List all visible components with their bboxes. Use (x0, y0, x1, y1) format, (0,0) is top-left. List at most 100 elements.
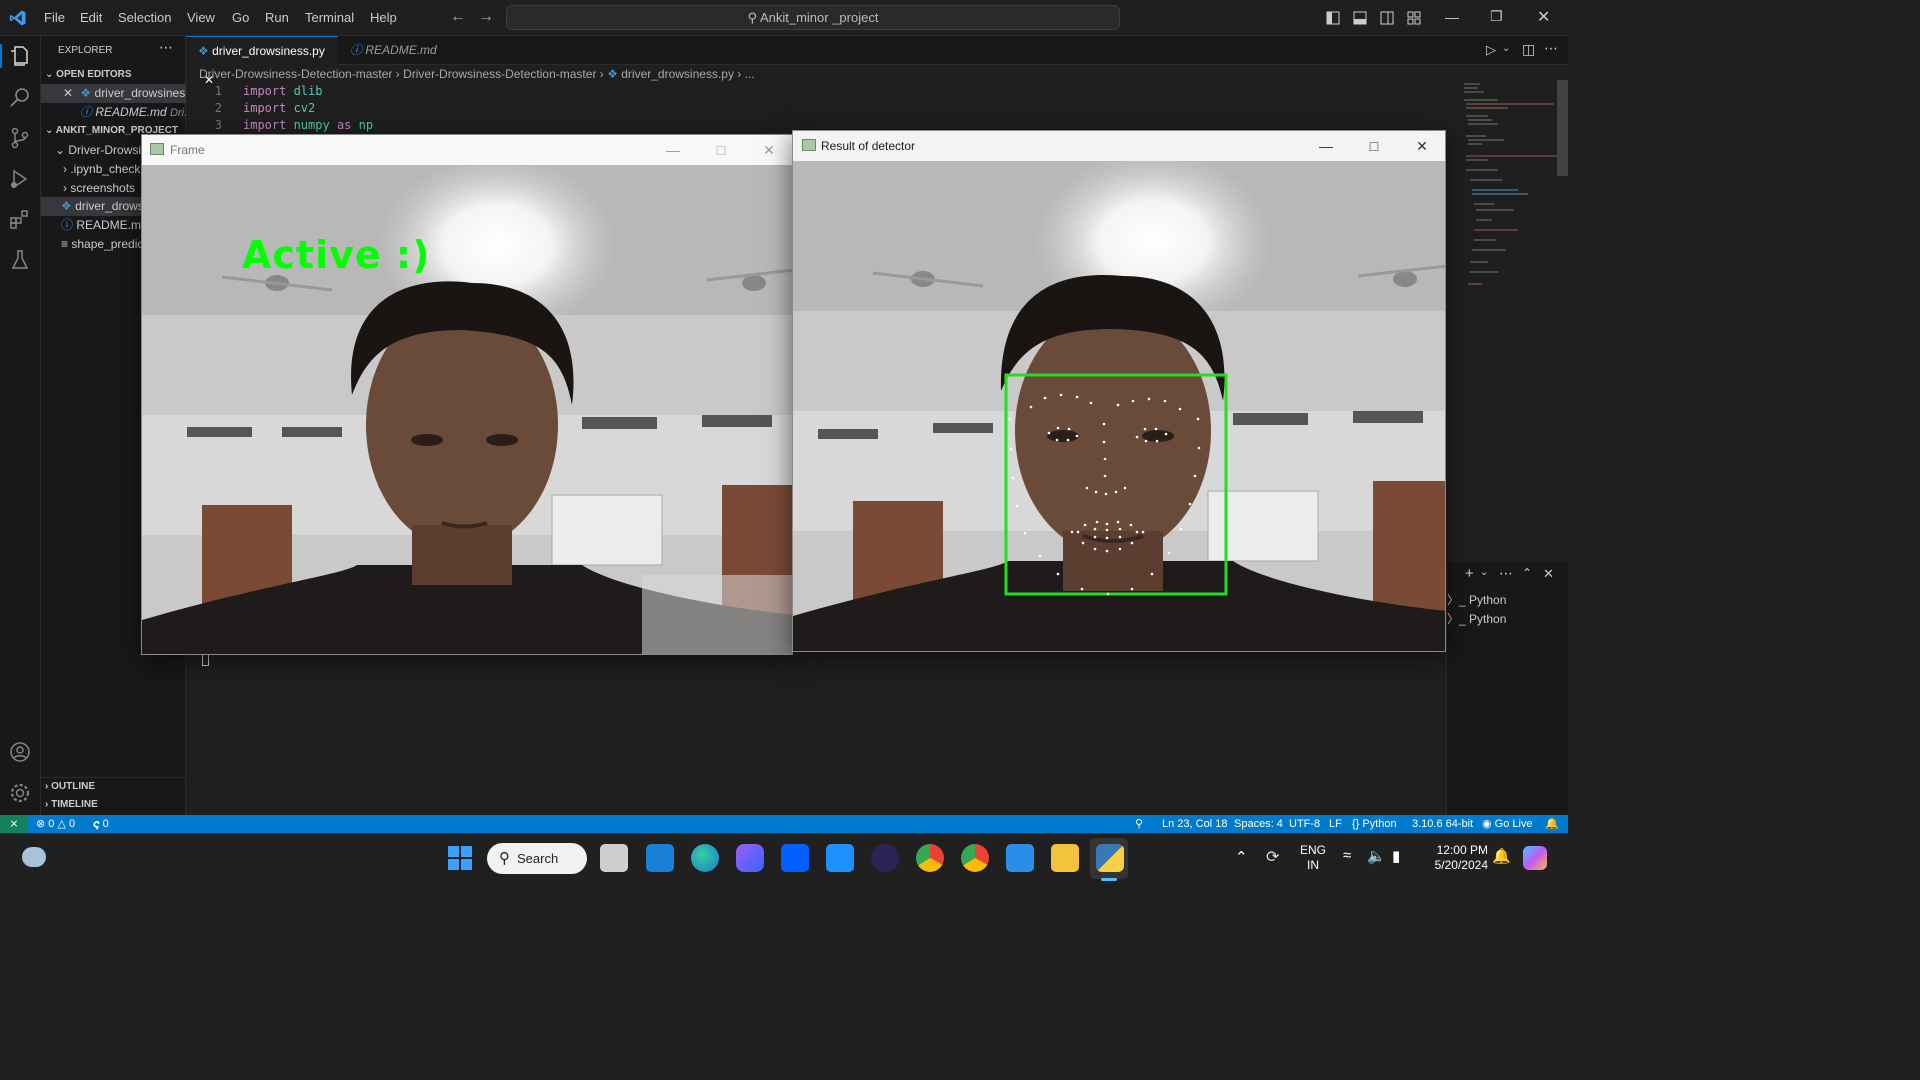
problems-indicator[interactable]: ⊗ 0 △ 0 (36, 815, 75, 833)
battery-icon[interactable]: ▮ (1392, 847, 1400, 865)
terminal-item[interactable]: 〉_ Python (1447, 610, 1506, 627)
code-line[interactable]: 1 import dlib (186, 83, 323, 100)
scrollbar-thumb[interactable] (1557, 80, 1568, 176)
search-activity-icon[interactable] (8, 85, 32, 109)
more-actions-icon[interactable]: ⋯ (1544, 40, 1558, 57)
vscode-taskbar-icon[interactable] (1006, 844, 1034, 872)
frame-title-bar[interactable]: Frame — □ ✕ (142, 135, 792, 165)
edge-browser-icon[interactable] (691, 844, 719, 872)
forward-arrow-icon[interactable]: → (478, 8, 494, 26)
account-icon[interactable] (8, 740, 32, 764)
taskbar-search[interactable]: ⚲ Search (487, 843, 587, 874)
minimize-icon[interactable]: — (1303, 131, 1349, 161)
language-indicator[interactable]: ENG IN (1300, 843, 1326, 873)
menu-run[interactable]: Run (265, 10, 289, 25)
chevron-down-icon[interactable]: ⌄ (1480, 567, 1488, 578)
zoom-icon[interactable]: ⚲ (1135, 815, 1143, 833)
ports-indicator[interactable]: 𝝇 0 (93, 815, 109, 833)
indentation[interactable]: Spaces: 4 (1234, 815, 1283, 833)
breadcrumb-item[interactable]: Driver-Drowsiness-Detection-master (403, 67, 596, 81)
more-actions-icon[interactable]: ⋯ (1499, 565, 1513, 582)
run-debug-icon[interactable] (8, 167, 32, 191)
tab-readme[interactable]: ⓘ README.md (338, 36, 448, 65)
restore-icon[interactable]: ❐ (1490, 8, 1503, 25)
run-python-icon[interactable]: ▷ (1486, 42, 1496, 58)
open-editors-header[interactable]: ⌄ OPEN EDITORS (41, 65, 186, 84)
clock[interactable]: 12:00 PM 5/20/2024 (1420, 843, 1488, 873)
customize-layout-icon[interactable] (1407, 11, 1421, 25)
windows-start-icon[interactable] (446, 844, 474, 872)
close-icon[interactable]: ✕ (63, 86, 73, 100)
explorer-icon[interactable] (8, 44, 32, 68)
weather-icon[interactable] (22, 847, 46, 867)
extensions-icon[interactable] (8, 208, 32, 232)
go-live-button[interactable]: ◉ Go Live (1482, 815, 1533, 833)
settings-gear-icon[interactable] (8, 781, 32, 805)
breadcrumb-item[interactable]: driver_drowsiness.py (621, 67, 734, 81)
detector-window[interactable]: Result of detector — □ ✕ (792, 130, 1446, 652)
toggle-secondary-sidebar-icon[interactable] (1380, 11, 1394, 25)
chevron-down-icon[interactable]: ⌄ (1502, 43, 1510, 54)
menu-selection[interactable]: Selection (118, 10, 171, 25)
close-icon[interactable]: ✕ (746, 135, 792, 165)
language-mode[interactable]: {} Python (1352, 815, 1397, 833)
maximize-icon[interactable]: □ (698, 135, 744, 165)
terminal-item[interactable]: 〉_ Python (1447, 591, 1506, 608)
eclipse-icon[interactable] (871, 844, 899, 872)
command-center-search[interactable]: ⚲ Ankit_minor _project (506, 5, 1120, 30)
breadcrumb-item[interactable]: ... (745, 67, 755, 81)
menu-edit[interactable]: Edit (80, 10, 102, 25)
new-terminal-icon[interactable]: + (1465, 565, 1474, 582)
file-explorer-icon[interactable] (1051, 844, 1079, 872)
more-actions-icon[interactable]: ⋯ (159, 39, 173, 56)
menu-view[interactable]: View (187, 10, 215, 25)
source-control-icon[interactable] (8, 126, 32, 150)
chrome-profile-icon[interactable] (961, 844, 989, 872)
copilot-app-icon[interactable] (736, 844, 764, 872)
python-icon[interactable] (1096, 844, 1124, 872)
minimize-icon[interactable]: — (650, 135, 696, 165)
encoding[interactable]: UTF-8 (1289, 815, 1320, 833)
mail-icon[interactable] (646, 844, 674, 872)
breadcrumb-item[interactable]: Driver-Drowsiness-Detection-master (199, 67, 392, 81)
python-interpreter[interactable]: 3.10.6 64-bit (1412, 815, 1473, 833)
notification-bell-icon[interactable]: 🔔 (1492, 847, 1511, 865)
menu-go[interactable]: Go (232, 10, 249, 25)
menu-terminal[interactable]: Terminal (305, 10, 354, 25)
tab-driver-drowsiness[interactable]: ❖ driver_drowsiness.py ✕ (186, 36, 338, 87)
timeline-header[interactable]: › TIMELINE (41, 795, 186, 814)
close-icon[interactable]: ✕ (1399, 131, 1445, 161)
minimize-icon[interactable]: — (1445, 9, 1459, 25)
code-line[interactable]: 3 import numpy as np (186, 117, 373, 134)
myhp-icon[interactable] (826, 844, 854, 872)
sync-icon[interactable]: ⟳ (1266, 847, 1279, 867)
dropbox-icon[interactable] (781, 844, 809, 872)
chrome-icon[interactable] (916, 844, 944, 872)
close-window-icon[interactable]: ✕ (1537, 7, 1550, 27)
split-editor-icon[interactable]: ◫ (1522, 41, 1535, 58)
wifi-icon[interactable]: ≈ (1343, 847, 1351, 864)
notifications-bell-icon[interactable]: 🔔 (1545, 815, 1559, 833)
testing-flask-icon[interactable] (8, 248, 32, 272)
open-editor-item-readme[interactable]: ⓘ README.md Dri... (41, 103, 186, 122)
frame-window[interactable]: Frame — □ ✕ Active :) (141, 134, 793, 655)
maximize-panel-icon[interactable]: ⌃ (1522, 566, 1532, 580)
task-view-icon[interactable] (600, 844, 628, 872)
volume-icon[interactable]: 🔈 (1367, 847, 1386, 865)
end-of-line[interactable]: LF (1329, 815, 1342, 833)
toggle-sidebar-icon[interactable] (1326, 11, 1340, 25)
menu-file[interactable]: File (44, 10, 65, 25)
close-panel-icon[interactable]: ✕ (1543, 566, 1554, 582)
open-editor-item-driver[interactable]: ✕ ❖ driver_drowsines... (41, 84, 186, 103)
copilot-icon[interactable] (1523, 846, 1547, 870)
remote-indicator[interactable]: ⨯ (0, 815, 28, 833)
back-arrow-icon[interactable]: ← (450, 8, 466, 26)
maximize-icon[interactable]: □ (1351, 131, 1397, 161)
code-line[interactable]: 2 import cv2 (186, 100, 316, 117)
menu-help[interactable]: Help (370, 10, 397, 25)
detector-title-bar[interactable]: Result of detector — □ ✕ (793, 131, 1445, 161)
outline-header[interactable]: › OUTLINE (41, 777, 186, 796)
minimap[interactable] (1458, 80, 1568, 300)
show-hidden-icons-chevron-icon[interactable]: ⌃ (1235, 848, 1248, 866)
toggle-panel-icon[interactable] (1353, 11, 1367, 25)
